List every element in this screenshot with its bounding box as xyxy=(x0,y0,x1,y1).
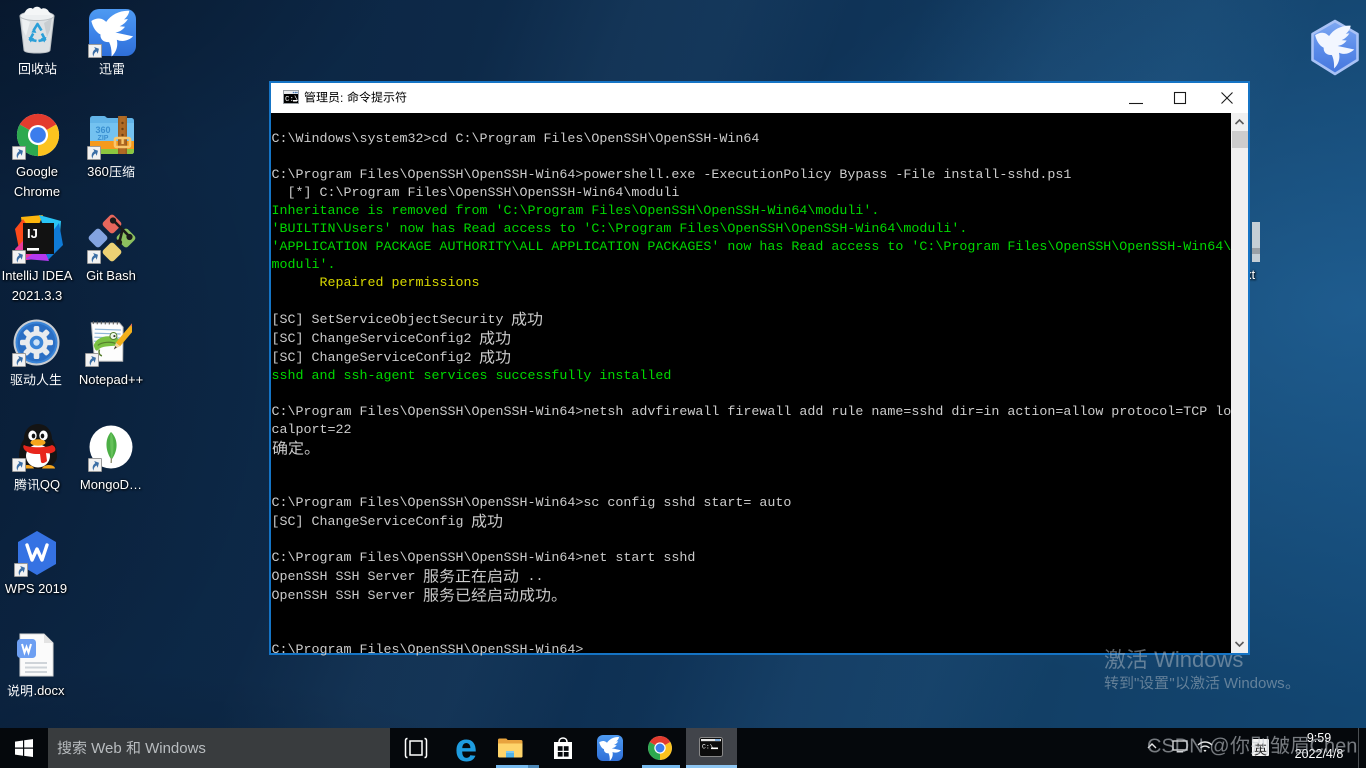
svg-text:360: 360 xyxy=(95,125,110,135)
svg-text:IJ: IJ xyxy=(27,226,38,241)
svg-text:C:\: C:\ xyxy=(702,744,714,751)
svg-text:ZIP: ZIP xyxy=(98,135,109,142)
